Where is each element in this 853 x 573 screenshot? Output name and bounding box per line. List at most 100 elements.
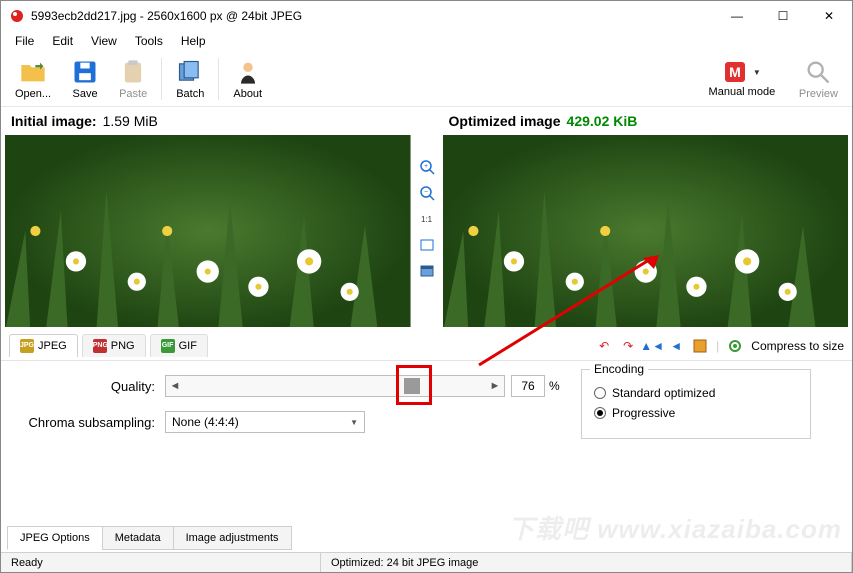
preview-button: Preview bbox=[791, 56, 846, 102]
preview-label: Preview bbox=[799, 88, 838, 100]
slider-decrement[interactable]: ◄ bbox=[166, 380, 184, 392]
menu-file[interactable]: File bbox=[7, 32, 42, 50]
quality-slider[interactable]: ◄ ► bbox=[165, 375, 505, 397]
optimized-size: 429.02 KiB bbox=[567, 113, 638, 129]
tab-gif[interactable]: GIFGIF bbox=[150, 334, 208, 357]
menu-tools[interactable]: Tools bbox=[127, 32, 171, 50]
status-optimized: Optimized: 24 bit JPEG image bbox=[321, 553, 852, 572]
quality-label: Quality: bbox=[15, 379, 165, 394]
menu-help[interactable]: Help bbox=[173, 32, 214, 50]
maximize-button[interactable]: ☐ bbox=[760, 1, 806, 31]
menu-edit[interactable]: Edit bbox=[44, 32, 81, 50]
zoom-out-icon: − bbox=[419, 185, 435, 201]
photo-initial bbox=[5, 135, 411, 327]
format-tabs: JPGJPEG PNGPNG GIFGIF ↶ ↷ ▲◄ ◄ | Compres… bbox=[1, 331, 852, 361]
initial-image[interactable] bbox=[5, 135, 411, 327]
svg-text:M: M bbox=[729, 64, 741, 80]
close-button[interactable]: ✕ bbox=[806, 1, 852, 31]
photo-optimized bbox=[443, 135, 849, 327]
quality-input[interactable] bbox=[511, 375, 545, 397]
about-icon bbox=[234, 58, 262, 86]
paste-label: Paste bbox=[119, 88, 147, 100]
folder-open-icon bbox=[19, 58, 47, 86]
optimized-panel: Optimized image 429.02 KiB bbox=[439, 107, 853, 331]
menu-view[interactable]: View bbox=[83, 32, 125, 50]
compress-to-size-button[interactable]: Compress to size bbox=[751, 339, 844, 353]
optimized-label: Optimized image bbox=[449, 113, 561, 129]
flip-vertical-button[interactable]: ◄ bbox=[668, 338, 684, 354]
paste-icon bbox=[119, 58, 147, 86]
zoom-actual-button[interactable]: 1:1 bbox=[418, 210, 436, 228]
window-title: 5993ecb2dd217.jpg - 2560x1600 px @ 24bit… bbox=[31, 9, 714, 23]
zoom-window-button[interactable] bbox=[418, 262, 436, 280]
chroma-value: None (4:4:4) bbox=[172, 415, 239, 429]
initial-size: 1.59 MiB bbox=[103, 113, 158, 129]
tab-jpeg[interactable]: JPGJPEG bbox=[9, 334, 78, 357]
png-icon: PNG bbox=[93, 339, 107, 353]
manual-mode-icon: M bbox=[723, 60, 747, 84]
zoom-fit-button[interactable] bbox=[418, 236, 436, 254]
chroma-select[interactable]: None (4:4:4) ▼ bbox=[165, 411, 365, 433]
initial-label: Initial image: bbox=[11, 113, 97, 129]
chevron-down-icon: ▼ bbox=[350, 418, 358, 427]
radio-progressive[interactable]: Progressive bbox=[594, 406, 798, 420]
flip-horizontal-button[interactable]: ▲◄ bbox=[644, 338, 660, 354]
toolbar-separator bbox=[218, 58, 219, 100]
radio-standard[interactable]: Standard optimized bbox=[594, 386, 798, 400]
save-label: Save bbox=[73, 88, 98, 100]
status-ready: Ready bbox=[1, 553, 321, 572]
tab-metadata[interactable]: Metadata bbox=[102, 526, 174, 550]
batch-button[interactable]: Batch bbox=[168, 56, 212, 102]
window-icon bbox=[420, 265, 434, 277]
toolbar-separator bbox=[161, 58, 162, 100]
about-button[interactable]: About bbox=[225, 56, 270, 102]
paste-button: Paste bbox=[111, 56, 155, 102]
statusbar: Ready Optimized: 24 bit JPEG image bbox=[1, 552, 852, 572]
preview-icon bbox=[804, 58, 832, 86]
watermark: 下载吧 www.xiazaiba.com bbox=[508, 509, 842, 546]
slider-thumb[interactable] bbox=[404, 378, 420, 394]
jpeg-icon: JPG bbox=[20, 339, 34, 353]
rotate-left-button[interactable]: ↶ bbox=[596, 338, 612, 354]
svg-text:+: + bbox=[423, 163, 427, 170]
optimized-image[interactable] bbox=[443, 135, 849, 327]
save-button[interactable]: Save bbox=[63, 56, 107, 102]
batch-icon bbox=[176, 58, 204, 86]
about-label: About bbox=[233, 88, 262, 100]
bottom-tabs: JPEG Options Metadata Image adjustments bbox=[7, 526, 291, 550]
fit-icon bbox=[420, 239, 434, 251]
rotate-right-button[interactable]: ↷ bbox=[620, 338, 636, 354]
encoding-group: Encoding Standard optimized Progressive bbox=[581, 369, 811, 439]
app-icon bbox=[9, 8, 25, 24]
minimize-button[interactable]: — bbox=[714, 1, 760, 31]
zoom-out-button[interactable]: − bbox=[418, 184, 436, 202]
manual-mode-label: Manual mode bbox=[709, 86, 776, 98]
resize-icon bbox=[693, 339, 707, 353]
save-icon bbox=[71, 58, 99, 86]
compress-icon bbox=[727, 338, 743, 354]
radio-icon bbox=[594, 407, 606, 419]
radio-icon bbox=[594, 387, 606, 399]
open-label: Open... bbox=[15, 88, 51, 100]
encoding-label: Encoding bbox=[590, 362, 648, 376]
initial-panel: Initial image: 1.59 MiB bbox=[1, 107, 415, 331]
svg-text:−: − bbox=[423, 189, 427, 196]
slider-increment[interactable]: ► bbox=[486, 380, 504, 392]
zoom-in-button[interactable]: + bbox=[418, 158, 436, 176]
chroma-label: Chroma subsampling: bbox=[15, 415, 165, 430]
percent-label: % bbox=[549, 379, 560, 393]
manual-mode-button[interactable]: M ▼ Manual mode bbox=[697, 58, 787, 100]
chevron-down-icon: ▼ bbox=[753, 68, 761, 77]
tab-jpeg-options[interactable]: JPEG Options bbox=[7, 526, 103, 550]
open-button[interactable]: Open... bbox=[7, 56, 59, 102]
zoom-tools: + − 1:1 bbox=[415, 107, 439, 331]
titlebar: 5993ecb2dd217.jpg - 2560x1600 px @ 24bit… bbox=[1, 1, 852, 31]
menubar: File Edit View Tools Help bbox=[1, 31, 852, 51]
tab-png[interactable]: PNGPNG bbox=[82, 334, 146, 357]
batch-label: Batch bbox=[176, 88, 204, 100]
toolbar: Open... Save Paste Batch About M ▼ Manua… bbox=[1, 51, 852, 107]
gif-icon: GIF bbox=[161, 339, 175, 353]
resize-button[interactable] bbox=[692, 338, 708, 354]
options-panel: Quality: ◄ ► % Chroma subsampling: None … bbox=[1, 361, 852, 453]
tab-image-adjustments[interactable]: Image adjustments bbox=[173, 526, 292, 550]
